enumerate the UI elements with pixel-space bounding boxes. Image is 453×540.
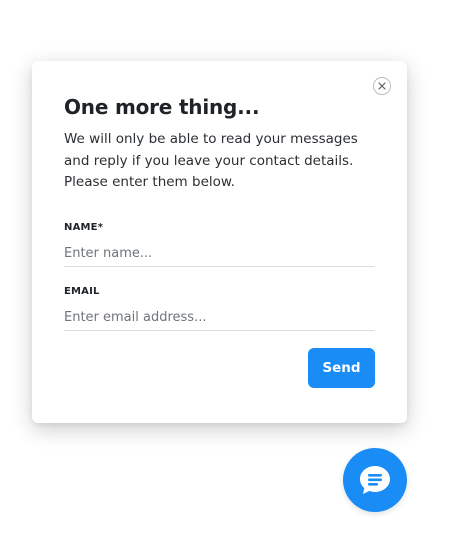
dialog-title: One more thing... bbox=[64, 95, 260, 119]
email-input[interactable] bbox=[64, 304, 375, 331]
name-input[interactable] bbox=[64, 240, 375, 267]
dialog-description: We will only be able to read your messag… bbox=[64, 131, 358, 190]
chat-launcher-button[interactable] bbox=[343, 448, 407, 512]
email-label: EMAIL bbox=[64, 286, 100, 297]
contact-details-dialog: One more thing... We will only be able t… bbox=[32, 61, 407, 423]
chat-bubble-icon bbox=[360, 466, 390, 494]
send-button[interactable]: Send bbox=[308, 348, 375, 388]
close-button[interactable] bbox=[373, 77, 391, 95]
name-label: NAME* bbox=[64, 222, 104, 233]
close-icon bbox=[378, 82, 386, 90]
